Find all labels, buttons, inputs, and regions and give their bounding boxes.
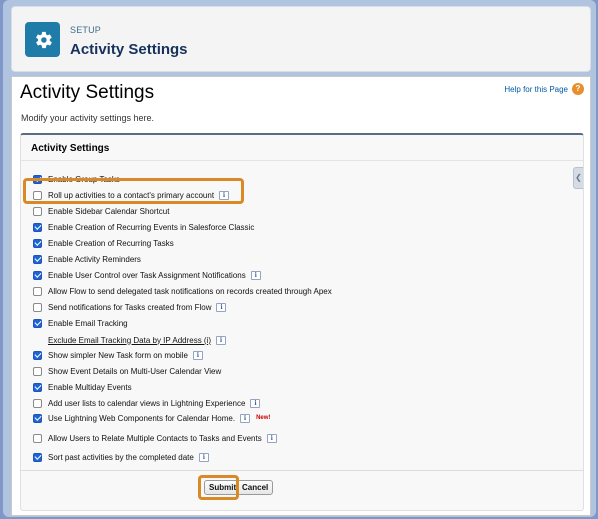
setting-row: Enable Email Tracking (33, 316, 128, 330)
info-icon[interactable]: i (250, 398, 261, 408)
cancel-button[interactable]: Cancel (237, 480, 274, 495)
setting-row: Allow Users to Relate Multiple Contacts … (33, 431, 277, 445)
setting-label: Sort past activities by the completed da… (48, 452, 194, 462)
section-title: Activity Settings (31, 143, 110, 154)
gear-icon (25, 22, 60, 57)
new-badge: New! (256, 415, 271, 421)
setting-label: Show simpler New Task form on mobile (48, 350, 188, 360)
setup-header: SETUP Activity Settings (11, 6, 591, 72)
checkbox-unchecked[interactable] (33, 398, 42, 408)
setting-label: Enable Creation of Recurring Tasks (48, 238, 174, 248)
setting-row: Show simpler New Task form on mobile i (33, 348, 203, 362)
setting-row: Enable Group Tasks (33, 172, 120, 186)
setting-row: Enable Creation of Recurring Events in S… (33, 220, 254, 234)
info-icon[interactable]: i (198, 452, 209, 462)
setting-label: Roll up activities to a contact's primar… (48, 190, 215, 200)
setting-label: Show Event Details on Multi-User Calenda… (48, 366, 222, 376)
setting-label: Enable Group Tasks (48, 174, 120, 184)
setting-row: Enable Activity Reminders (33, 252, 141, 266)
setting-label: Allow Users to Relate Multiple Contacts … (48, 433, 262, 443)
setting-label: Send notifications for Tasks created fro… (48, 302, 212, 312)
setting-row: Roll up activities to a contact's primar… (33, 188, 230, 202)
help-link[interactable]: Help for this Page (504, 85, 568, 94)
submit-button[interactable]: Submit (204, 480, 242, 495)
info-icon[interactable]: i (266, 433, 277, 443)
setting-label: Enable Email Tracking (48, 318, 128, 328)
setting-row: Add user lists to calendar views in Ligh… (33, 396, 261, 410)
setting-label: Enable Multiday Events (48, 382, 132, 392)
setting-label: Enable Sidebar Calendar Shortcut (48, 206, 170, 216)
checkbox-unchecked[interactable] (33, 366, 42, 376)
checkbox-checked[interactable] (33, 174, 42, 184)
help-icon[interactable]: ? (572, 83, 584, 95)
checkbox-spacer (33, 336, 42, 345)
checkbox-unchecked[interactable] (33, 302, 42, 312)
setting-row: Sort past activities by the completed da… (33, 450, 209, 464)
setting-label: Enable Creation of Recurring Events in S… (48, 222, 255, 232)
checkbox-checked[interactable] (33, 222, 42, 232)
setting-link[interactable]: Exclude Email Tracking Data by IP Addres… (48, 336, 211, 345)
page-subtitle: Modify your activity settings here. (21, 113, 155, 123)
settings-page: Activity Settings Help for this Page ? M… (11, 76, 591, 516)
checkbox-checked[interactable] (33, 452, 42, 462)
app-frame: SETUP Activity Settings Activity Setting… (3, 0, 596, 517)
footer-divider (20, 470, 584, 471)
activity-settings-section: Activity Settings ❮ Enable Group Tasks Ro… (20, 133, 584, 511)
setting-row: Enable Creation of Recurring Tasks (33, 236, 174, 250)
collapse-tab-icon[interactable]: ❮ (573, 167, 583, 189)
info-icon[interactable]: i (216, 302, 227, 312)
setting-label: Enable Activity Reminders (48, 254, 141, 264)
info-icon[interactable]: i (219, 190, 230, 200)
section-divider (21, 160, 583, 161)
checkbox-checked[interactable] (33, 382, 42, 392)
setting-row: Exclude Email Tracking Data by IP Addres… (33, 333, 227, 347)
setting-row: Use Lightning Web Components for Calenda… (33, 411, 270, 425)
page-title: Activity Settings (20, 82, 155, 103)
checkbox-unchecked[interactable] (33, 190, 42, 200)
checkbox-checked[interactable] (33, 270, 42, 280)
setting-row: Enable User Control over Task Assignment… (33, 268, 261, 282)
checkbox-checked[interactable] (33, 318, 42, 328)
info-icon[interactable]: i (192, 350, 203, 360)
checkbox-checked[interactable] (33, 413, 42, 423)
info-icon[interactable]: i (240, 413, 251, 423)
setting-label: Add user lists to calendar views in Ligh… (48, 398, 246, 408)
checkbox-checked[interactable] (33, 238, 42, 248)
setting-label: Use Lightning Web Components for Calenda… (48, 413, 236, 423)
checkbox-checked[interactable] (33, 254, 42, 264)
info-icon[interactable]: i (250, 270, 261, 280)
checkbox-unchecked[interactable] (33, 433, 42, 443)
info-icon[interactable]: i (216, 335, 227, 345)
setting-row: Allow Flow to send delegated task notifi… (33, 284, 332, 298)
header-kicker: SETUP (70, 25, 102, 35)
setting-row: Show Event Details on Multi-User Calenda… (33, 364, 221, 378)
checkbox-unchecked[interactable] (33, 206, 42, 216)
setting-label: Allow Flow to send delegated task notifi… (48, 286, 332, 296)
setting-row: Send notifications for Tasks created fro… (33, 300, 227, 314)
checkbox-checked[interactable] (33, 350, 42, 360)
setting-row: Enable Sidebar Calendar Shortcut (33, 204, 169, 218)
header-title: Activity Settings (70, 41, 188, 58)
checkbox-unchecked[interactable] (33, 286, 42, 296)
setting-row: Enable Multiday Events (33, 380, 132, 394)
setting-label: Enable User Control over Task Assignment… (48, 270, 246, 280)
